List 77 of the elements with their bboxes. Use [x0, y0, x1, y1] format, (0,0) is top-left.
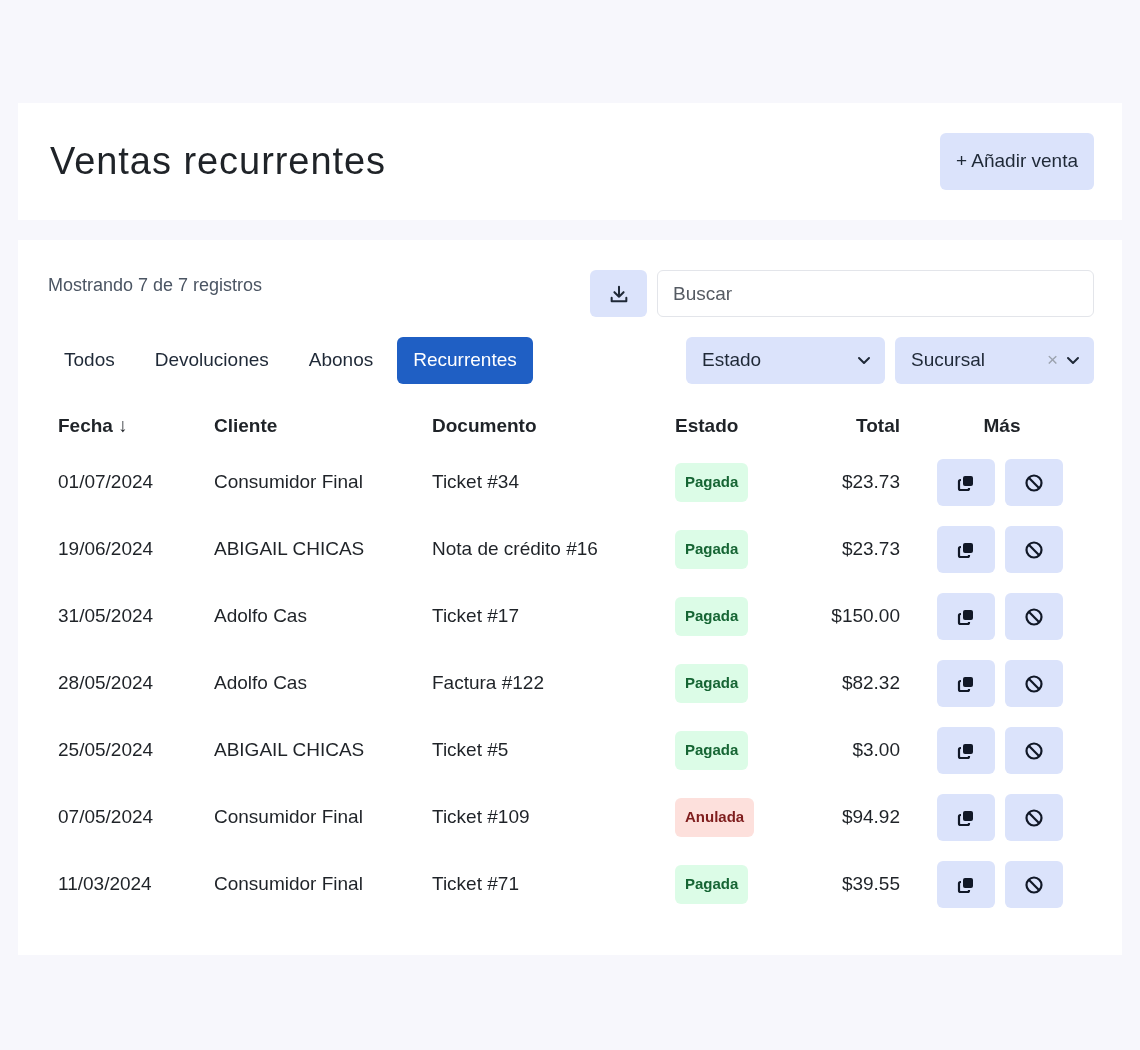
table-cell-text: $23.73 [840, 471, 901, 493]
page-title: Ventas recurrentes [50, 139, 387, 184]
table-cell-text: Adolfo Cas [213, 672, 308, 694]
filter-tab[interactable]: Devoluciones [138, 337, 285, 384]
copy-button[interactable] [937, 593, 995, 640]
cancel-button[interactable] [1005, 459, 1063, 506]
dropdown-label: Sucursal [911, 348, 985, 373]
copy-button[interactable] [937, 794, 995, 841]
table-cell-text: 11/03/2024 [57, 873, 153, 895]
table-cell-text: 19/06/2024 [57, 538, 155, 560]
copy-button[interactable] [937, 459, 995, 506]
chevron-down-icon [857, 356, 871, 365]
table-cell-text: Ticket #109 [431, 806, 531, 828]
cancel-button[interactable] [1005, 794, 1063, 841]
ban-icon [1024, 740, 1044, 761]
ban-icon [1024, 606, 1044, 627]
cancel-button[interactable] [1005, 526, 1063, 573]
table-cell-text: $150.00 [830, 605, 901, 627]
filter-tab[interactable]: Todos [48, 337, 131, 384]
table-cell-text: $39.55 [840, 873, 901, 895]
table-cell-text: Consumidor Final [213, 873, 364, 895]
ban-icon [1024, 539, 1044, 560]
table-cell-text: $94.92 [840, 806, 901, 828]
table-cell-text: Consumidor Final [213, 806, 364, 828]
table-cell-text: Ticket #5 [431, 739, 510, 761]
copy-button[interactable] [937, 861, 995, 908]
column-header[interactable]: Fecha ↓ [48, 415, 138, 437]
table-cell-text: 07/05/2024 [57, 806, 155, 828]
table-cell-text: 28/05/2024 [57, 672, 155, 694]
status-label: Pagada [675, 463, 749, 502]
search-field[interactable]: Buscar [657, 270, 1094, 317]
table-cell-text: Factura #122 [431, 672, 545, 694]
column-header: Cliente [213, 415, 279, 437]
status-label: Pagada [675, 731, 749, 770]
add-sale-button[interactable]: + Añadir venta [940, 133, 1094, 190]
filter-dropdown[interactable]: Estado [686, 337, 885, 384]
copy-button[interactable] [937, 727, 995, 774]
table-cell-text: Ticket #17 [431, 605, 520, 627]
filter-tab[interactable]: Abonos [292, 337, 390, 384]
table-cell-text: 31/05/2024 [57, 605, 155, 627]
column-header: Más [982, 415, 1022, 437]
filter-tab[interactable]: Recurrentes [397, 337, 533, 384]
ban-icon [1024, 807, 1044, 828]
record-count: Mostrando 7 de 7 registros [48, 274, 263, 297]
table-cell-text: $23.73 [840, 538, 901, 560]
status-label: Pagada [675, 530, 749, 569]
table-cell-text: $82.32 [840, 672, 901, 694]
ban-icon [1024, 874, 1044, 895]
status-label: Pagada [675, 597, 749, 636]
table-cell-text: 01/07/2024 [57, 471, 155, 493]
table-cell-text: Adolfo Cas [213, 605, 308, 627]
status-label: Pagada [675, 664, 749, 703]
table-cell-text: Consumidor Final [213, 471, 364, 493]
table-cell-text: $3.00 [851, 739, 901, 761]
dropdown-label: Estado [702, 348, 762, 373]
filter-dropdown[interactable]: Sucursal × [895, 337, 1094, 384]
table-cell-text: ABIGAIL CHICAS [213, 739, 366, 761]
cancel-button[interactable] [1005, 593, 1063, 640]
cancel-button[interactable] [1005, 861, 1063, 908]
ban-icon [1024, 472, 1044, 493]
table-cell-text: 25/05/2024 [57, 739, 155, 761]
column-header: Estado [674, 415, 740, 437]
status-label: Anulada [675, 798, 755, 837]
cancel-button[interactable] [1005, 727, 1063, 774]
table-cell-text: ABIGAIL CHICAS [213, 538, 366, 560]
copy-button[interactable] [937, 660, 995, 707]
download-button[interactable] [590, 270, 647, 317]
ban-icon [1024, 673, 1044, 694]
copy-button[interactable] [937, 526, 995, 573]
table-cell-text: Nota de crédito #16 [431, 538, 599, 560]
chevron-down-icon [1066, 356, 1080, 365]
column-header: Documento [431, 415, 538, 437]
status-label: Pagada [675, 865, 749, 904]
table-cell-text: Ticket #71 [431, 873, 520, 895]
column-header: Total [855, 415, 901, 437]
table-cell-text: Ticket #34 [431, 471, 520, 493]
cancel-button[interactable] [1005, 660, 1063, 707]
